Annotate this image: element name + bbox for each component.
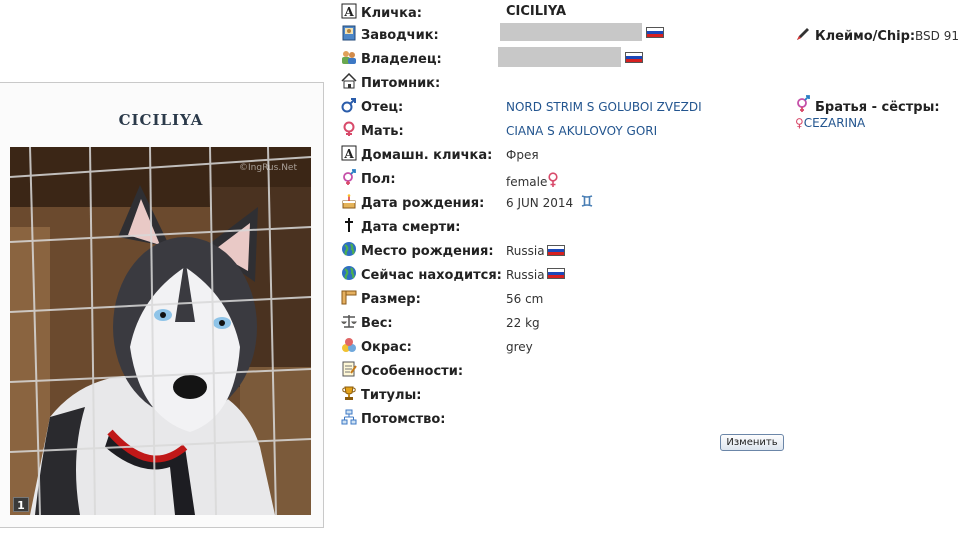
field-label: Мать: bbox=[361, 124, 404, 139]
size-value: 56 cm bbox=[506, 292, 544, 306]
cross-icon bbox=[345, 218, 353, 232]
scales-icon bbox=[341, 315, 357, 328]
field-label: Окрас: bbox=[361, 340, 412, 355]
field-label: Титулы: bbox=[361, 388, 422, 403]
dog-name-title: CICILIYA bbox=[118, 111, 204, 129]
gender-symbol-icon bbox=[797, 95, 810, 112]
female-symbol-icon bbox=[548, 172, 558, 187]
family-tree-icon bbox=[341, 409, 357, 425]
color-balls-icon bbox=[342, 338, 356, 352]
russia-flag-icon bbox=[547, 245, 565, 256]
notepad-icon bbox=[342, 361, 357, 377]
owners-people-icon bbox=[342, 51, 356, 64]
father-link[interactable]: NORD STRIM S GOLUBOI ZVEZDI bbox=[506, 100, 702, 114]
chip-value: BSD 91 bbox=[915, 29, 959, 43]
sex-value: female bbox=[506, 172, 559, 189]
birthday-cake-icon bbox=[342, 194, 356, 209]
color-value: grey bbox=[506, 340, 533, 354]
field-label: Владелец: bbox=[361, 52, 442, 67]
field-label: Место рождения: bbox=[361, 244, 494, 259]
svg-text:A: A bbox=[343, 147, 354, 161]
birth-date-value: 6 JUN 2014 bbox=[506, 196, 574, 210]
edit-button[interactable]: Изменить bbox=[720, 434, 784, 451]
field-label: Домашн. кличка: bbox=[361, 148, 493, 163]
field-label: Дата смерти: bbox=[361, 220, 461, 235]
house-icon bbox=[341, 73, 357, 89]
field-label: Заводчик: bbox=[361, 28, 439, 43]
chip-label: Клеймо/Chip: bbox=[815, 29, 916, 44]
breeder-book-icon bbox=[342, 25, 356, 41]
birth-place-value: Russia bbox=[506, 244, 545, 258]
home-name-value: Фрея bbox=[506, 148, 539, 162]
letter-a-icon: A bbox=[341, 3, 357, 19]
field-label: Отец: bbox=[361, 100, 404, 115]
ruler-icon bbox=[341, 290, 357, 305]
photo-index-badge[interactable]: 1 bbox=[13, 497, 29, 512]
gender-symbol-icon bbox=[343, 169, 356, 185]
weight-value: 22 kg bbox=[506, 316, 540, 330]
field-label: Потомство: bbox=[361, 412, 446, 427]
field-label: Пол: bbox=[361, 172, 396, 187]
russia-flag-icon bbox=[625, 52, 643, 63]
russia-flag-icon bbox=[547, 268, 565, 279]
globe-icon bbox=[342, 266, 356, 280]
svg-text:A: A bbox=[343, 5, 354, 19]
owner-name-redacted[interactable] bbox=[498, 47, 621, 67]
field-label: Дата рождения: bbox=[361, 196, 485, 211]
letter-a-icon: A bbox=[341, 145, 357, 161]
field-label: Вес: bbox=[361, 316, 393, 331]
pen-icon bbox=[797, 28, 809, 40]
photo-watermark: ©IngRus.Net bbox=[239, 163, 297, 173]
mother-link[interactable]: CIANA S AKULOVOY GORI bbox=[506, 124, 657, 138]
husky-photo-image bbox=[10, 147, 311, 515]
dog-photo[interactable]: ©IngRus.Net 1 bbox=[10, 147, 311, 515]
male-symbol-icon bbox=[341, 98, 356, 113]
female-symbol-icon bbox=[343, 121, 355, 136]
current-place-value: Russia bbox=[506, 268, 545, 282]
globe-icon bbox=[342, 242, 356, 256]
russia-flag-icon bbox=[646, 27, 664, 38]
trophy-icon bbox=[342, 386, 356, 400]
breeder-name-redacted[interactable] bbox=[500, 23, 642, 41]
field-label: Особенности: bbox=[361, 364, 464, 379]
field-label: Размер: bbox=[361, 292, 421, 307]
sex-value-text: female bbox=[506, 175, 548, 189]
sibling-name: CEZARINA bbox=[803, 116, 866, 130]
female-symbol-icon: ♀ bbox=[795, 116, 804, 130]
gemini-icon bbox=[581, 195, 593, 207]
field-label: Сейчас находится: bbox=[361, 268, 502, 283]
dog-photo-card: CICILIYA ©IngRus.Net 1 bbox=[0, 82, 324, 528]
siblings-label: Братья - сёстры: bbox=[815, 100, 940, 115]
nickname-value: CICILIYA bbox=[506, 4, 567, 19]
field-label: Питомник: bbox=[361, 76, 441, 91]
sibling-link[interactable]: ♀CEZARINA bbox=[795, 116, 865, 130]
field-label: Кличка: bbox=[361, 6, 422, 21]
